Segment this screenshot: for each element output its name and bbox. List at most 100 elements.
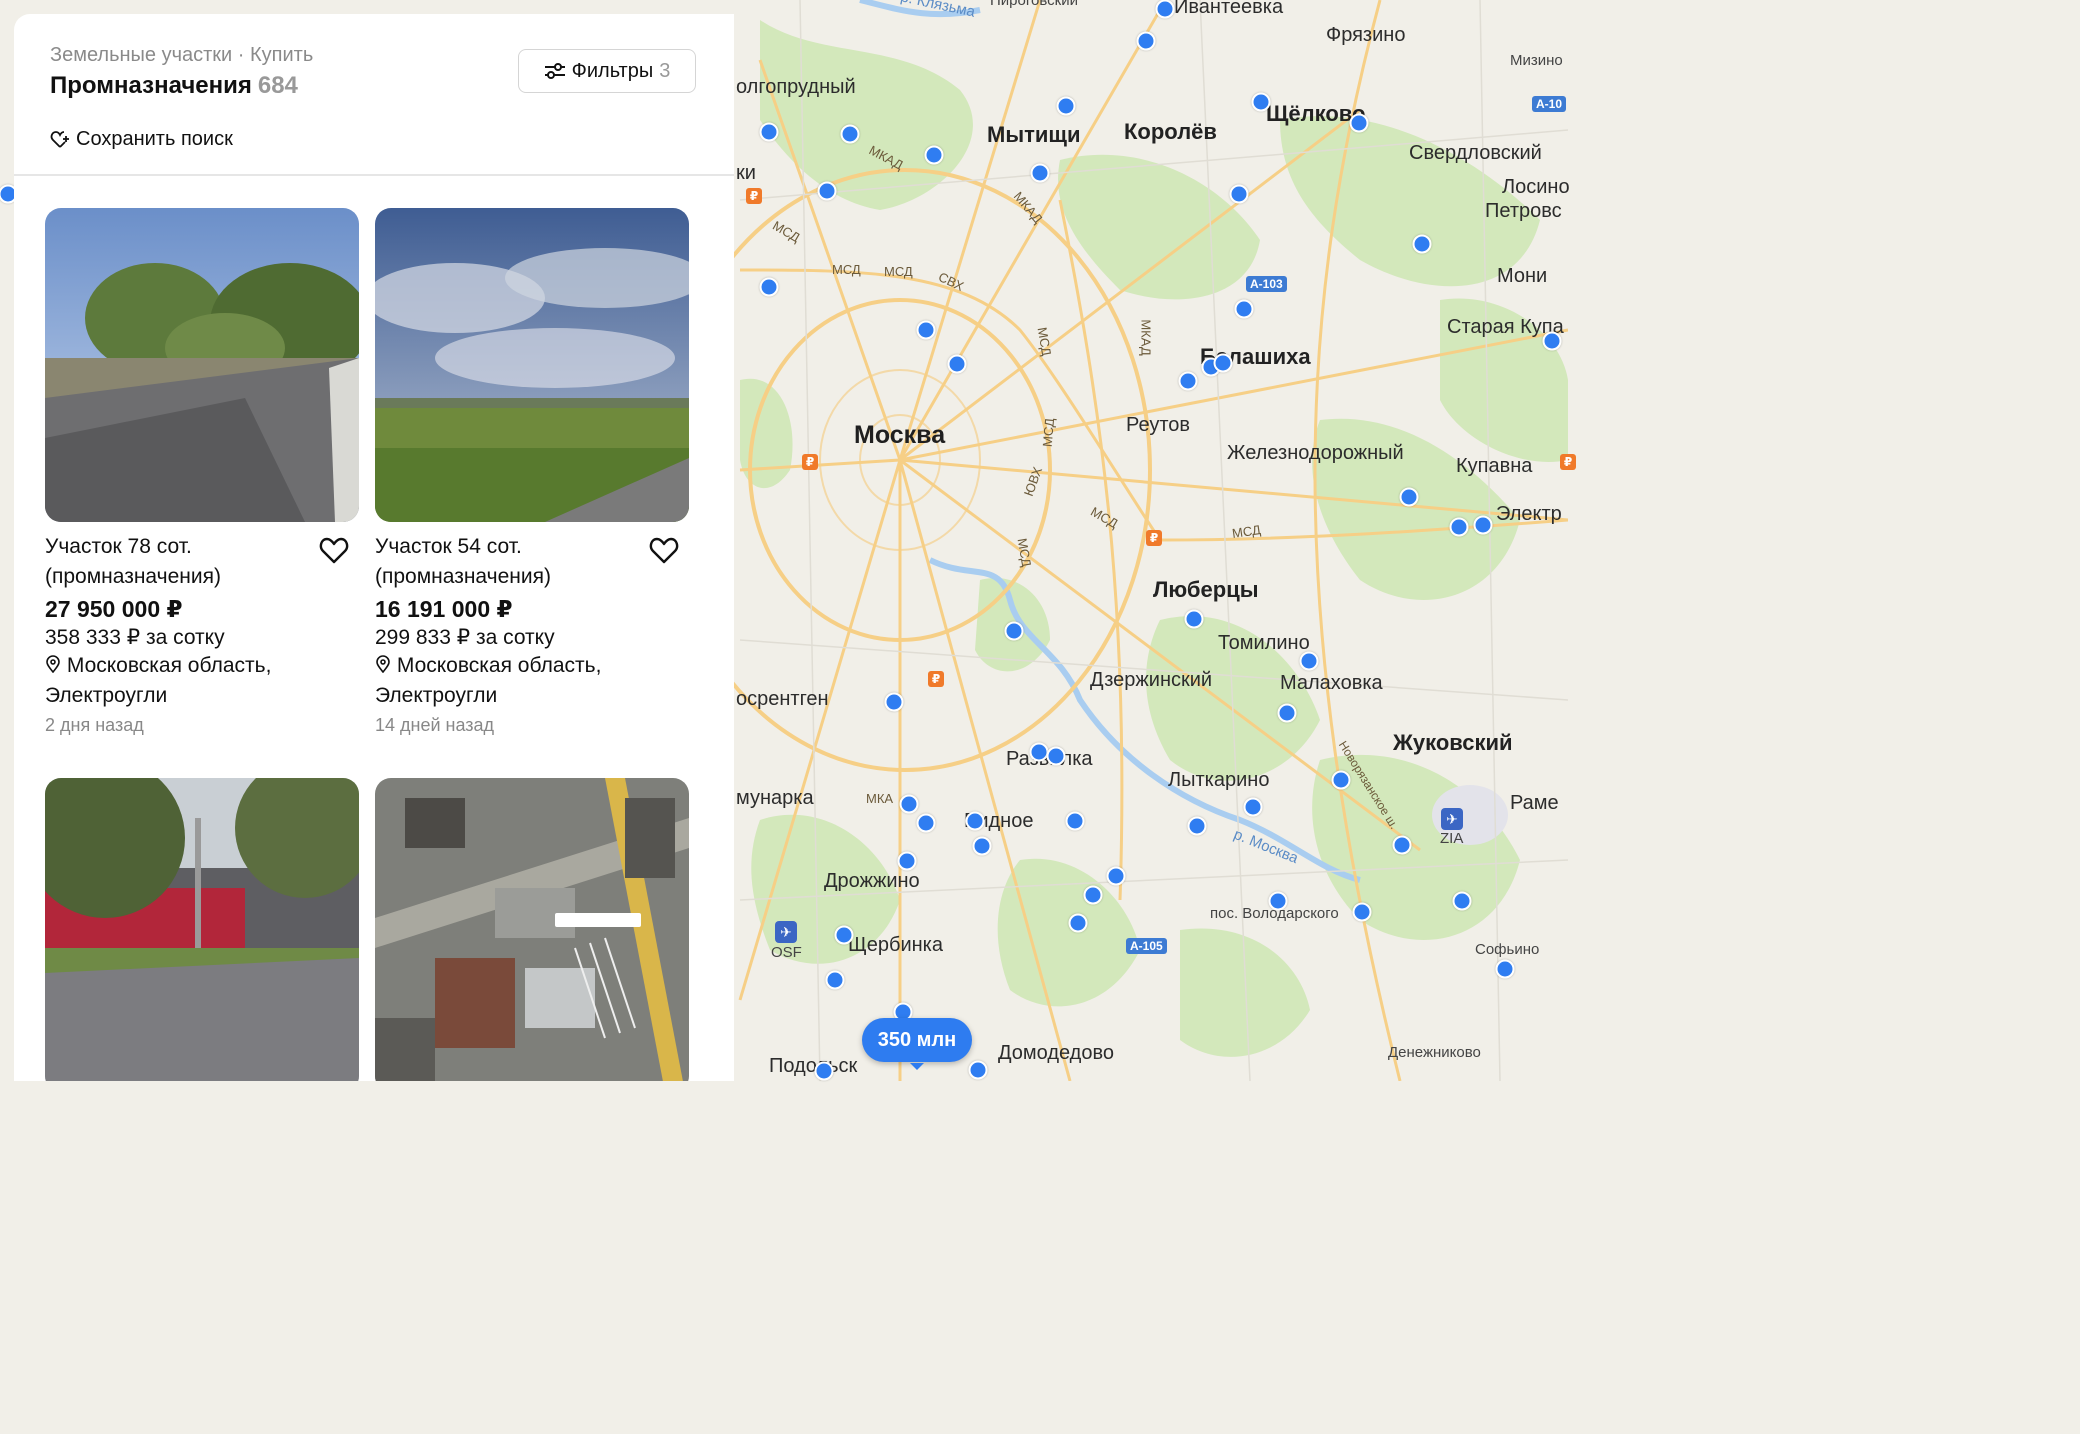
listing-pin[interactable] [1004, 621, 1024, 641]
price-cluster-bubble[interactable]: 350 млн [862, 1018, 972, 1070]
listing-pin[interactable] [1268, 891, 1288, 911]
listing-pin[interactable] [1229, 184, 1249, 204]
listing-pin[interactable] [884, 692, 904, 712]
ruble-marker-icon[interactable]: ₽ [1146, 530, 1162, 546]
listing-pin[interactable] [1068, 913, 1088, 933]
listing-pin[interactable] [924, 145, 944, 165]
listing-pin[interactable] [1184, 609, 1204, 629]
airport-label-zia: ZIA [1440, 830, 1464, 847]
listing-posted: 2 дня назад [45, 715, 144, 735]
highway-shield-a103: А-103 [1246, 276, 1287, 292]
listing-pin[interactable] [1473, 515, 1493, 535]
listing-pin[interactable] [840, 124, 860, 144]
listing-pin[interactable] [947, 354, 967, 374]
listing-pin[interactable] [1136, 31, 1156, 51]
save-search-button[interactable]: Сохранить поиск [50, 128, 233, 151]
listing-pin[interactable] [834, 925, 854, 945]
favorite-heart-icon[interactable] [649, 536, 679, 564]
listing-pin[interactable] [1046, 746, 1066, 766]
listing-pin[interactable] [1213, 353, 1233, 373]
listing-pin[interactable] [1056, 96, 1076, 116]
listing-pin[interactable] [759, 277, 779, 297]
listing-pin[interactable] [916, 320, 936, 340]
filters-count: 3 [659, 59, 671, 82]
listing-pin[interactable] [1449, 517, 1469, 537]
listing-pin[interactable] [1065, 811, 1085, 831]
listing-pin[interactable] [897, 851, 917, 871]
city-mytishchi: Мытищи [987, 122, 1081, 147]
listing-pin[interactable] [1155, 0, 1175, 19]
divider [14, 174, 734, 176]
listing-pin[interactable] [1251, 92, 1271, 112]
listing-card[interactable] [375, 778, 689, 1081]
city-ivanteevka: Ивантеевка [1174, 0, 1284, 18]
favorite-heart-icon[interactable] [319, 536, 349, 564]
listing-pin[interactable] [1352, 902, 1372, 922]
listing-pin[interactable] [759, 122, 779, 142]
ruble-marker-icon[interactable]: ₽ [746, 188, 762, 204]
airplane-icon[interactable]: ✈ [775, 921, 797, 943]
listing-pin[interactable] [1349, 113, 1369, 133]
listing-pin[interactable] [1234, 299, 1254, 319]
listing-pin[interactable] [1542, 331, 1562, 351]
listing-location: Московская область, Электроугли [45, 651, 359, 711]
listing-posted: 14 дней назад [375, 715, 495, 735]
highway-shield-a10: А-10 [1532, 96, 1567, 112]
city-moni: Мони [1497, 265, 1548, 287]
listing-pin[interactable] [968, 1060, 988, 1080]
filters-button[interactable]: Фильтры 3 [518, 49, 696, 93]
city-denezhnikovo: Денежниково [1388, 1044, 1481, 1061]
listing-pin[interactable] [825, 970, 845, 990]
listing-pin[interactable] [1399, 487, 1419, 507]
city-kommunarka: мунарка [736, 787, 814, 809]
road-label-msd: МСД [1039, 417, 1058, 448]
city-malakhovka: Малаховка [1280, 672, 1383, 694]
listing-photo[interactable] [375, 778, 689, 1081]
listing-card[interactable]: Участок 78 сот. (промназначения) 27 950 … [45, 208, 359, 736]
listing-pin[interactable] [1495, 959, 1515, 979]
listing-pin[interactable] [1392, 835, 1412, 855]
listing-pin[interactable] [1299, 651, 1319, 671]
listing-pin[interactable] [817, 181, 837, 201]
listing-card[interactable]: Участок 54 сот. (промназначения) 16 191 … [375, 208, 689, 736]
listing-pin[interactable] [1277, 703, 1297, 723]
listing-pin[interactable] [1412, 234, 1432, 254]
listing-pin[interactable] [1187, 816, 1207, 836]
city-moskva: Москва [854, 421, 946, 449]
city-ramenskoe: Раме [1510, 792, 1559, 814]
listing-pin[interactable] [1029, 742, 1049, 762]
listing-pin[interactable] [899, 794, 919, 814]
ruble-marker-icon[interactable]: ₽ [1560, 454, 1576, 470]
city-podolsk: Подольск [769, 1055, 858, 1077]
listing-title[interactable]: Участок 54 сот. (промназначения) [375, 532, 635, 592]
listing-photo[interactable] [45, 208, 359, 522]
listing-pin[interactable] [1452, 891, 1472, 911]
page-title-text: Промназначения [50, 72, 252, 99]
breadcrumb[interactable]: Земельные участки · Купить [50, 44, 313, 67]
city-zheleznodorozhny: Железнодорожный [1227, 442, 1404, 464]
location-pin-icon [46, 655, 60, 674]
airplane-icon[interactable]: ✈ [1441, 808, 1463, 830]
airport-label-osf: OSF [771, 944, 802, 961]
listing-pin[interactable] [1178, 371, 1198, 391]
listing-pin[interactable] [916, 813, 936, 833]
listing-pin[interactable] [1106, 866, 1126, 886]
filters-label: Фильтры [571, 59, 654, 82]
listing-pin[interactable] [1331, 770, 1351, 790]
listing-title[interactable]: Участок 78 сот. (промназначения) [45, 532, 305, 592]
listing-pin[interactable] [1030, 163, 1050, 183]
listing-photo[interactable] [375, 208, 689, 522]
listing-pin[interactable] [814, 1061, 834, 1081]
listing-pin[interactable] [965, 811, 985, 831]
listing-card[interactable] [45, 778, 359, 1081]
ruble-marker-icon[interactable]: ₽ [928, 671, 944, 687]
listing-pin[interactable] [972, 836, 992, 856]
listing-photo[interactable] [45, 778, 359, 1081]
location-pin-icon [376, 655, 390, 674]
listing-pin[interactable] [1243, 797, 1263, 817]
city-kupavna: Купавна [1456, 455, 1533, 477]
city-dzerzhinsky: Дзержинский [1090, 669, 1213, 691]
listing-pin[interactable] [1083, 885, 1103, 905]
sliders-icon [544, 63, 565, 79]
ruble-marker-icon[interactable]: ₽ [802, 454, 818, 470]
